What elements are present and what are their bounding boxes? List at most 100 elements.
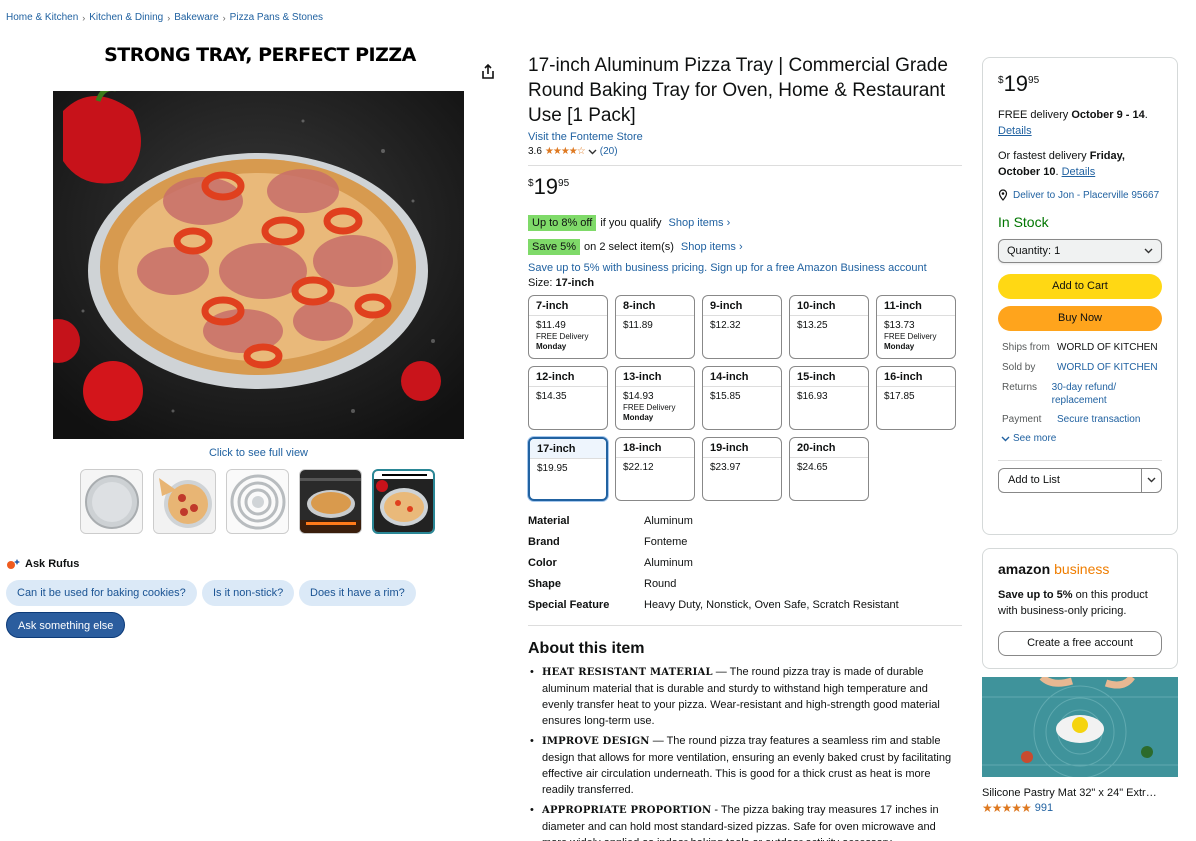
seller-info-row: Payment Secure transaction [1002,413,1162,426]
divider [528,165,962,166]
seller-info-key: Returns [1002,382,1038,393]
ad-title[interactable]: Silicone Pastry Mat 32" x 24" Extr… [982,787,1178,799]
main-product-image[interactable] [53,91,464,439]
seller-info-row: Ships from WORLD OF KITCHEN [1002,341,1162,354]
delivery-date: October 9 - 14 [1071,109,1145,121]
share-icon[interactable] [478,62,498,82]
spec-key: Brand [528,536,560,548]
sponsored-product-ad[interactable]: Silicone Pastry Mat 32" x 24" Extr… ★★★★… [982,677,1178,841]
size-option-14-inch[interactable]: 14-inch $15.85 [702,366,782,430]
rating-value: 3.6 [528,146,542,157]
seller-info-key: Ships from [1002,342,1050,353]
ad-stars-icon[interactable]: ★★★★★ [982,801,1032,815]
size-option-price: $24.65 [797,462,828,473]
chevron-down-icon [1144,248,1153,254]
thumbnail-1[interactable] [80,469,143,534]
rufus-question-rim[interactable]: Does it have a rim? [299,580,416,606]
rufus-ask-something-else-button[interactable]: Ask something else [6,612,126,638]
shop-items-link[interactable]: Shop items › [681,241,743,253]
size-option-10-inch[interactable]: 10-inch $13.25 [789,295,869,359]
amazon-business-box: amazon business Save up to 5% on this pr… [982,548,1178,669]
size-option-name: 17-inch [530,439,606,459]
add-to-list-button[interactable]: Add to List [998,468,1162,493]
size-option-19-inch[interactable]: 19-inch $23.97 [702,437,782,501]
thumbnail-2[interactable] [153,469,216,534]
click-full-view-link[interactable]: Click to see full view [53,447,464,459]
add-to-list-dropdown[interactable] [1141,469,1161,492]
spec-value: Heavy Duty, Nonstick, Oven Safe, Scratch… [644,599,899,611]
deliver-to-link[interactable]: Deliver to Jon - Placerville 95667 [998,189,1162,201]
delivery-details-link[interactable]: Details [998,125,1032,137]
stock-status: In Stock [998,214,1049,230]
size-option-price: $14.93 [623,391,654,402]
seller-info-key: Payment [1002,414,1042,425]
breadcrumb-pizza-pans[interactable]: Pizza Pans & Stones [230,12,323,23]
chevron-down-icon[interactable] [588,149,597,155]
size-option-15-inch[interactable]: 15-inch $16.93 [789,366,869,430]
buy-now-button[interactable]: Buy Now [998,306,1162,331]
breadcrumb-bakeware[interactable]: Bakeware [174,12,218,23]
size-option-price: $19.95 [537,463,568,474]
seller-info-value[interactable]: WORLD OF KITCHEN [1057,361,1158,374]
divider [528,625,962,626]
promo-save-5: Save 5% on 2 select item(s) Shop items › [528,239,962,255]
size-option-17-inch[interactable]: 17-inch $19.95 [528,437,608,501]
create-free-account-button[interactable]: Create a free account [998,631,1162,656]
ad-product-image[interactable] [982,677,1178,777]
size-option-name: 13-inch [616,367,694,387]
size-option-price: $17.85 [884,391,915,402]
add-to-cart-button[interactable]: Add to Cart [998,274,1162,299]
size-option-20-inch[interactable]: 20-inch $24.65 [789,437,869,501]
size-option-7-inch[interactable]: 7-inch $11.49 FREE Delivery Monday [528,295,608,359]
promo-text: if you qualify [600,217,662,229]
price-fraction: 95 [1028,75,1040,86]
size-option-8-inch[interactable]: 8-inch $11.89 [615,295,695,359]
ad-review-count[interactable]: 991 [1035,802,1053,814]
size-option-11-inch[interactable]: 11-inch $13.73 FREE Delivery Monday [876,295,956,359]
seller-info-value[interactable]: Secure transaction [1057,413,1140,426]
spec-value: Round [644,578,677,590]
logo-business: business [1054,561,1110,577]
promo-up-to-8: Up to 8% off if you qualify Shop items › [528,215,962,231]
size-option-price: $16.93 [797,391,828,402]
thumbnail-3[interactable] [226,469,289,534]
spec-row: Color Aluminum [528,557,962,578]
business-pricing-link[interactable]: Save up to 5% with business pricing. Sig… [528,262,962,274]
shop-items-link[interactable]: Shop items › [669,217,731,229]
price-whole: 19 [533,174,559,199]
reviews-count-link[interactable]: (20) [600,146,618,157]
spec-value: Aluminum [644,557,693,569]
delivery-prefix: FREE delivery [998,109,1072,121]
thumbnail-5-selected[interactable] [372,469,435,534]
size-option-name: 9-inch [703,296,781,316]
rating-row: 3.6 ★★★★☆ (20) [528,146,962,157]
size-option-9-inch[interactable]: 9-inch $12.32 [702,295,782,359]
size-option-13-inch[interactable]: 13-inch $14.93 FREE Delivery Monday [615,366,695,430]
size-option-18-inch[interactable]: 18-inch $22.12 [615,437,695,501]
fastest-details-link[interactable]: Details [1062,166,1096,178]
rufus-question-nonstick[interactable]: Is it non-stick? [202,580,295,606]
breadcrumb-kitchen-dining[interactable]: Kitchen & Dining [89,12,163,23]
size-option-price: $15.85 [710,391,741,402]
quantity-dropdown[interactable]: Quantity: 1 [998,239,1162,263]
thumbnail-4[interactable] [299,469,362,534]
size-option-name: 8-inch [616,296,694,316]
store-link[interactable]: Visit the Fonteme Store [528,131,962,143]
size-label: Size: 17-inch [528,277,962,289]
location-pin-icon [998,189,1008,201]
size-option-price: $11.49 [536,320,566,331]
rufus-question-cookies[interactable]: Can it be used for baking cookies? [6,580,197,606]
see-more-link[interactable]: See more [998,433,1162,444]
quantity-value: Quantity: 1 [1007,245,1061,257]
buybox-price: $ 19 95 [998,72,1162,96]
seller-info-value[interactable]: 30-day refund/ replacement [1052,381,1162,407]
bullet-heading: HEAT RESISTANT MATERIAL [542,667,713,678]
product-details: 17-inch Aluminum Pizza Tray | Commercial… [528,53,962,841]
chevron-down-icon [1001,436,1010,441]
chevron-right-icon: › [167,12,171,23]
size-option-price: $13.25 [797,320,828,331]
size-option-12-inch[interactable]: 12-inch $14.35 [528,366,608,430]
rating-stars-icon[interactable]: ★★★★☆ [545,146,586,157]
breadcrumb-home-kitchen[interactable]: Home & Kitchen [6,12,78,23]
size-option-16-inch[interactable]: 16-inch $17.85 [876,366,956,430]
